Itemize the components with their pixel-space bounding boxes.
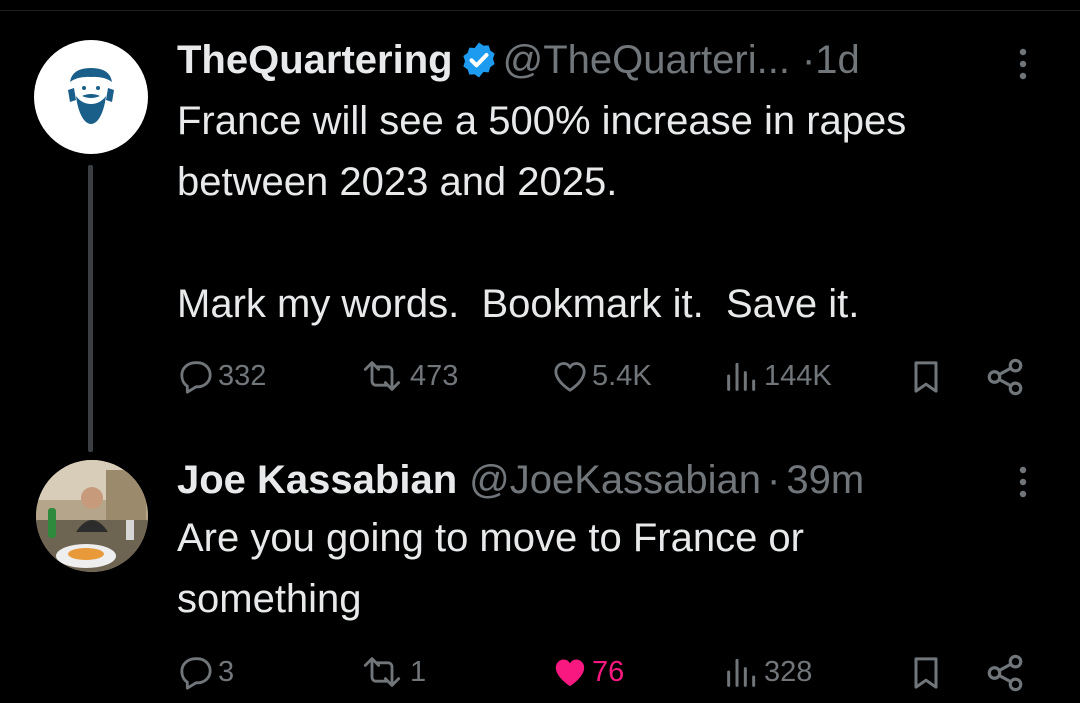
like-button[interactable]: 5.4K [550,356,652,396]
repost-count: 1 [410,655,427,688]
avatar-joekassabian[interactable] [36,460,148,572]
display-name[interactable]: Joe Kassabian [177,458,457,502]
repost-icon [363,657,401,687]
more-options-icon[interactable] [1003,458,1043,506]
avatar-thequartering[interactable] [34,40,148,154]
tweet-header: TheQuartering @TheQuarteri... ·1d [177,36,860,84]
separator-dot: · [767,458,781,502]
user-handle[interactable]: @TheQuarteri... [503,38,790,82]
views-count: 328 [764,655,813,688]
heart-icon [554,362,586,392]
separator-dot: · [801,38,816,82]
tweet-header: Joe Kassabian @JoeKassabian · 39m [177,456,864,504]
share-icon [987,358,1023,396]
reply-count: 3 [218,655,235,688]
verified-badge-icon [459,40,499,80]
tweet-actions: 3 1 76 328 [0,652,1080,700]
timestamp[interactable]: 39m [786,458,864,502]
bookmark-icon [914,657,938,689]
repost-count: 473 [410,359,459,392]
views-button[interactable]: 144K [722,356,832,396]
reply-icon [180,657,212,690]
repost-button[interactable]: 473 [356,356,458,396]
reply-count: 332 [218,359,267,392]
reply-icon [180,361,212,394]
bookmark-button[interactable] [906,652,946,694]
like-count: 5.4K [592,359,652,392]
tweet-1[interactable]: TheQuartering @TheQuarteri... ·1d France w… [0,0,1080,452]
share-icon [987,654,1023,692]
timestamp[interactable]: 1d [815,38,860,82]
more-options-icon[interactable] [1003,40,1043,88]
analytics-icon [727,658,756,687]
tweet-text: Are you going to move to France or somet… [177,516,804,621]
share-button[interactable] [984,652,1026,694]
reply-button[interactable]: 3 [176,652,234,692]
like-count: 76 [592,655,625,688]
display-name[interactable]: TheQuartering [177,38,453,82]
tweet-2[interactable]: Joe Kassabian @JoeKassabian · 39m Are you g… [0,450,1080,703]
repost-button[interactable]: 1 [356,652,426,692]
profile-photo-icon [36,460,148,572]
tweet-text: France will see a 500% increase in rapes… [177,99,907,326]
repost-icon [363,361,401,391]
heart-filled-icon [555,659,585,687]
views-count: 144K [764,359,832,392]
share-button[interactable] [984,356,1026,398]
bookmark-button[interactable] [906,356,946,398]
thread-connector-line [88,165,93,452]
reply-button[interactable]: 332 [176,356,266,396]
tweet-actions: 332 473 5.4K 144K [0,356,1080,404]
views-button[interactable]: 328 [722,652,812,692]
like-button[interactable]: 76 [550,652,624,692]
analytics-icon [727,362,756,391]
bearded-man-logo-icon [68,68,114,124]
user-handle[interactable]: @JoeKassabian [469,458,761,502]
bookmark-icon [914,361,938,393]
